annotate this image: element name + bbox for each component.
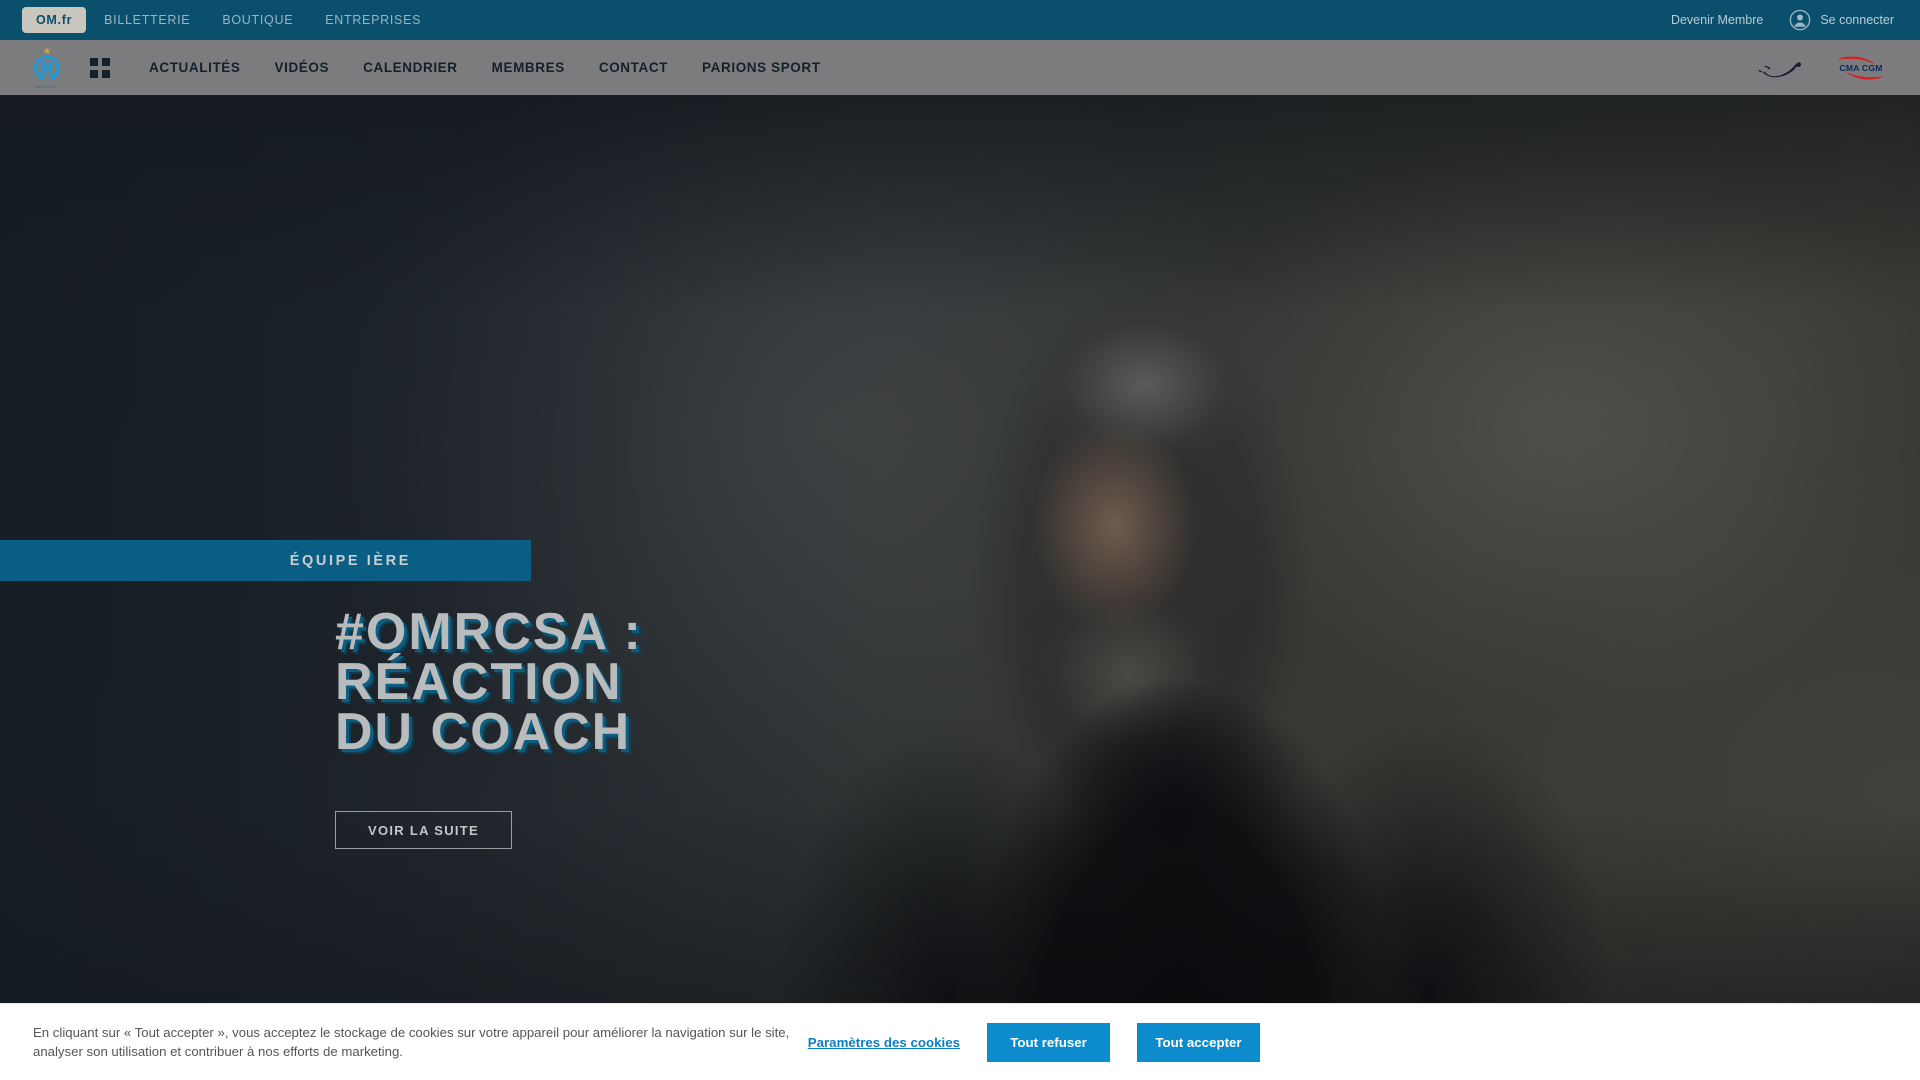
grid-cell [90, 57, 98, 66]
top-link-entreprises[interactable]: ENTREPRISES [311, 7, 435, 33]
top-utility-bar: OM.fr BILLETTERIE BOUTIQUE ENTREPRISES D… [0, 0, 1920, 40]
nav-item-videos[interactable]: VIDÉOS [258, 60, 347, 75]
nav-items: ACTUALITÉS VIDÉOS CALENDRIER MEMBRES CON… [132, 60, 838, 75]
page-root: OM.fr BILLETTERIE BOUTIQUE ENTREPRISES D… [0, 0, 1920, 1080]
cookie-settings-link[interactable]: Paramètres des cookies [808, 1035, 960, 1050]
cma-cgm-logo[interactable]: CMA CGM [1830, 53, 1892, 83]
cookie-banner-actions: Paramètres des cookies Tout refuser Tout… [808, 1022, 1920, 1062]
sponsor-logos: CMA CGM [1756, 53, 1920, 83]
om-crest-logo[interactable]: DROIT AU BUT [26, 45, 68, 91]
nav-item-membres[interactable]: MEMBRES [475, 60, 582, 75]
grid-cell [90, 69, 98, 78]
hero-headline: #OMRCSA : RÉACTION DU COACH [335, 603, 643, 761]
grid-cell [102, 69, 110, 78]
user-avatar-icon [1790, 9, 1811, 31]
main-navigation-bar: DROIT AU BUT ACTUALITÉS VIDÉOS CALENDRIE… [0, 40, 1920, 95]
hero-vignette-overlay [0, 95, 1920, 1080]
cookie-accept-all-button[interactable]: Tout accepter [1137, 1022, 1260, 1062]
top-utility-links: OM.fr BILLETTERIE BOUTIQUE ENTREPRISES [0, 0, 435, 40]
cookie-reject-all-button[interactable]: Tout refuser [987, 1022, 1110, 1062]
login-button[interactable]: Se connecter [1789, 9, 1894, 31]
nav-item-calendrier[interactable]: CALENDRIER [346, 60, 475, 75]
nav-item-parions-sport[interactable]: PARIONS SPORT [685, 60, 838, 75]
puma-logo[interactable] [1756, 55, 1808, 81]
hero-section: ÉQUIPE IÈRE #OMRCSA : RÉACTION DU COACH … [0, 95, 1920, 1080]
become-member-link[interactable]: Devenir Membre [1671, 13, 1763, 27]
top-link-om-fr[interactable]: OM.fr [22, 7, 87, 33]
svg-text:CMA CGM: CMA CGM [1839, 63, 1882, 73]
cookie-consent-banner: En cliquant sur « Tout accepter », vous … [0, 1003, 1920, 1080]
top-link-billetterie[interactable]: BILLETTERIE [90, 7, 204, 33]
grid-cell [102, 57, 110, 66]
top-utility-account: Devenir Membre Se connecter [1671, 0, 1920, 40]
hero-badge-label: ÉQUIPE IÈRE [289, 552, 411, 569]
hero-category-badge[interactable]: ÉQUIPE IÈRE [0, 540, 531, 581]
top-link-boutique[interactable]: BOUTIQUE [208, 7, 307, 33]
nav-item-contact[interactable]: CONTACT [582, 60, 685, 75]
cookie-banner-text: En cliquant sur « Tout accepter », vous … [33, 1025, 790, 1059]
grid-menu-icon[interactable] [90, 57, 110, 78]
svg-text:DROIT AU BUT: DROIT AU BUT [36, 85, 59, 89]
login-label: Se connecter [1820, 13, 1894, 27]
nav-item-actualites[interactable]: ACTUALITÉS [132, 60, 258, 75]
hero-read-more-button[interactable]: VOIR LA SUITE [335, 811, 512, 849]
